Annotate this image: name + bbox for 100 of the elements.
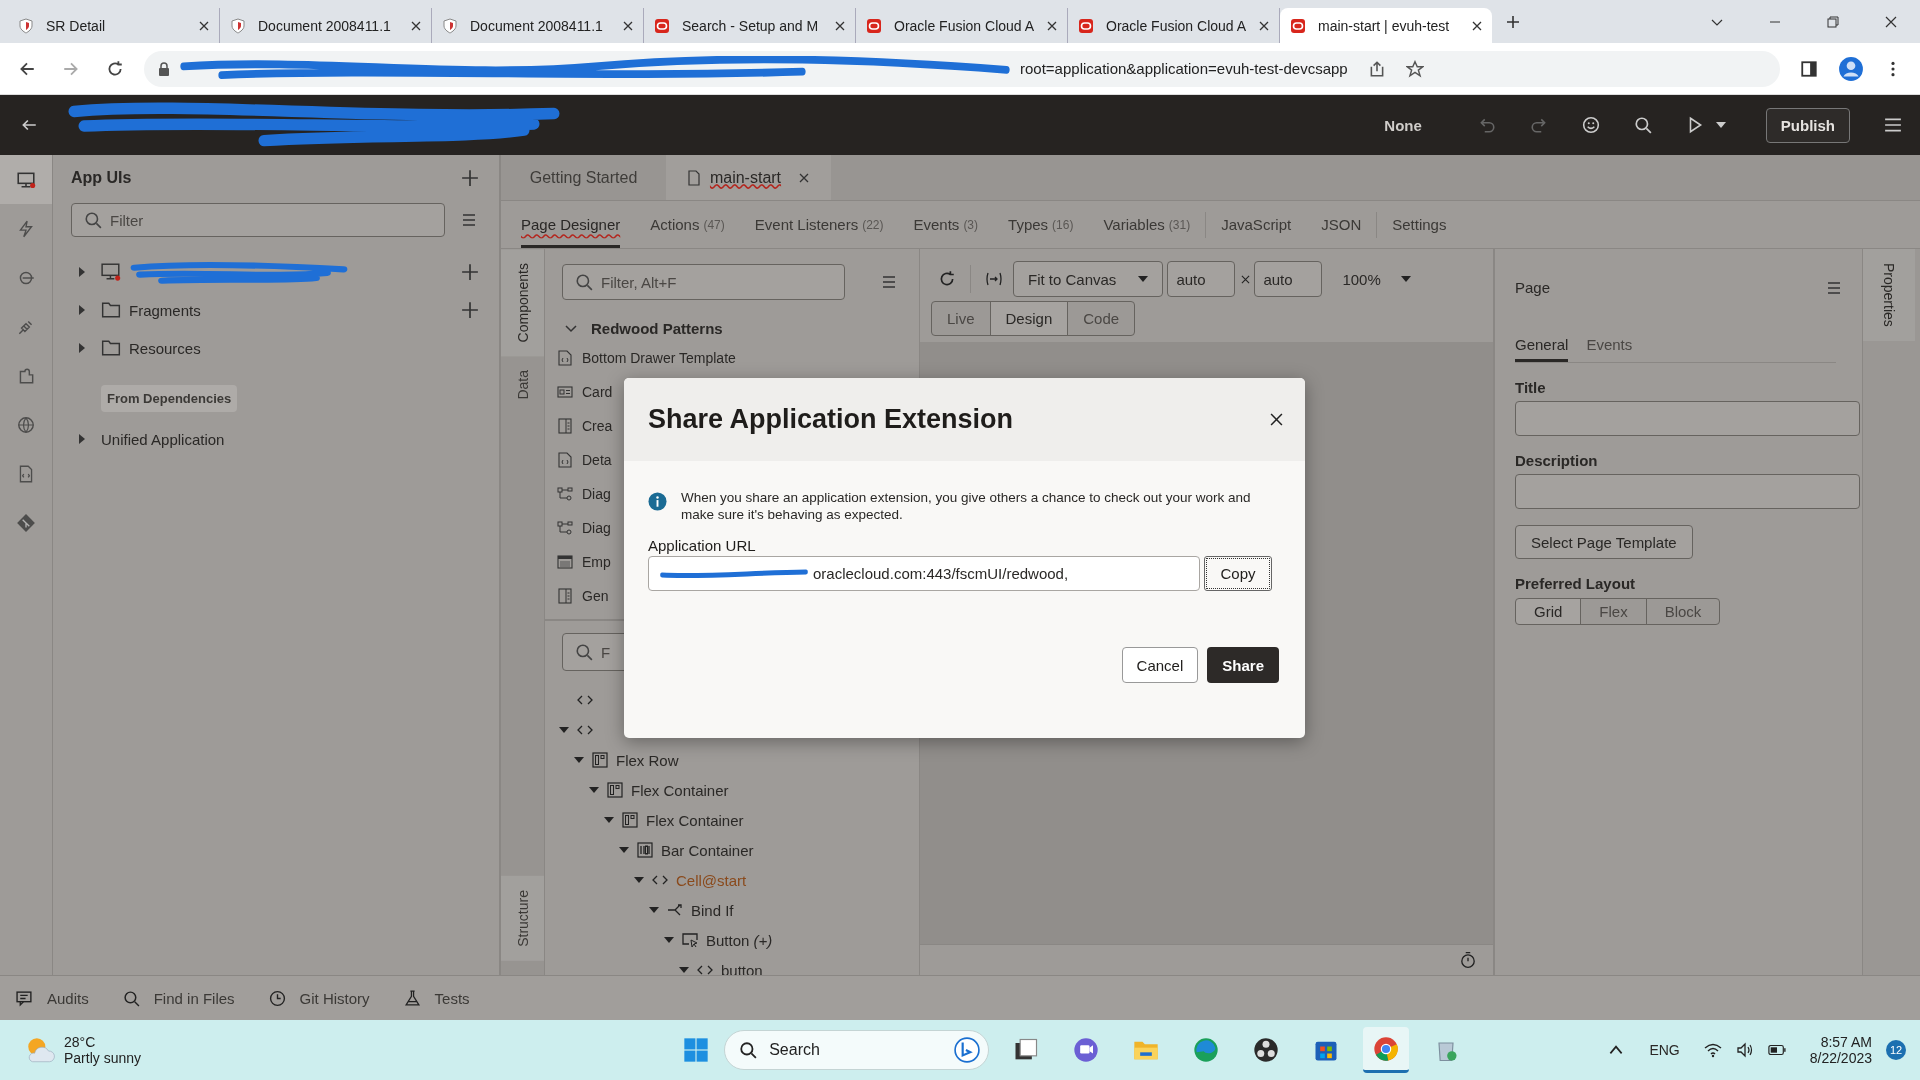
text-field[interactable] — [1515, 401, 1860, 436]
caret-icon[interactable] — [1715, 122, 1726, 128]
tree-item[interactable]: Resources — [129, 339, 201, 357]
diamond-icon[interactable] — [16, 512, 36, 533]
structure-node[interactable]: Button (+) — [706, 931, 773, 949]
close-icon[interactable] — [835, 20, 845, 31]
share-button[interactable]: Share — [1207, 647, 1279, 683]
taskbar-search[interactable]: Search — [724, 1030, 990, 1070]
structure-node[interactable]: button — [721, 961, 763, 975]
collapse-icon[interactable] — [649, 907, 659, 913]
text-field[interactable] — [1515, 474, 1860, 509]
layout-button[interactable]: Flex — [1580, 598, 1647, 625]
zoom-dropdown[interactable]: 100% — [1332, 270, 1421, 288]
mode-button[interactable]: Code — [1067, 301, 1136, 336]
bottom-tab[interactable]: Tests — [434, 989, 470, 1007]
speaker-icon[interactable] — [1735, 1041, 1754, 1059]
expand-icon[interactable] — [79, 343, 85, 353]
component-item[interactable]: Crea — [582, 418, 613, 434]
avatar-icon[interactable] — [1838, 55, 1864, 82]
search-icon[interactable] — [1633, 116, 1652, 134]
collapse-icon[interactable] — [634, 877, 644, 883]
add-icon[interactable] — [461, 169, 479, 187]
designer-tab[interactable]: Settings — [1392, 201, 1447, 248]
add-icon[interactable] — [461, 263, 479, 281]
smiley-icon[interactable] — [1581, 116, 1600, 134]
side-tab[interactable]: Structure — [501, 876, 544, 961]
structure-node[interactable]: Bind If — [691, 901, 734, 919]
designer-tab[interactable]: Types (16) — [1008, 201, 1074, 248]
bottom-tab[interactable]: Audits — [47, 989, 89, 1007]
designer-tab[interactable]: Event Listeners (22) — [754, 201, 884, 248]
structure-node[interactable]: Flex Container — [646, 811, 744, 829]
menu-icon[interactable] — [1884, 116, 1902, 134]
expand-icon[interactable] — [79, 305, 85, 315]
height-field[interactable]: auto — [1254, 261, 1323, 297]
collapse-icon[interactable] — [679, 967, 689, 973]
copy-button[interactable]: Copy — [1204, 556, 1272, 591]
close-icon[interactable] — [1047, 20, 1057, 31]
close-icon[interactable] — [199, 20, 209, 31]
add-icon[interactable] — [461, 301, 479, 319]
collapse-icon[interactable] — [559, 727, 569, 733]
collapse-icon[interactable] — [664, 937, 674, 943]
component-item[interactable]: Diag — [582, 486, 611, 502]
designer-tab[interactable]: Variables (31) — [1103, 201, 1191, 248]
fit-dropdown[interactable]: Fit to Canvas — [1013, 261, 1164, 297]
close-icon[interactable] — [1884, 14, 1898, 29]
width-field[interactable]: auto — [1167, 261, 1236, 297]
layout-button[interactable]: Grid — [1515, 598, 1582, 625]
tree-item[interactable]: Unified Application — [101, 430, 225, 448]
fit-width-icon[interactable] — [985, 270, 1003, 288]
collapse-icon[interactable] — [604, 817, 614, 823]
layout-button[interactable]: Block — [1645, 598, 1721, 625]
refresh-icon[interactable] — [938, 270, 956, 288]
structure-node[interactable]: Flex Row — [616, 751, 679, 769]
lightning-icon[interactable] — [16, 218, 36, 239]
tree-item[interactable]: Fragments — [129, 301, 201, 319]
group-title[interactable]: Redwood Patterns — [591, 320, 723, 337]
close-icon[interactable] — [1259, 20, 1269, 31]
chevron-icon[interactable] — [565, 324, 577, 333]
mode-button[interactable]: Design — [989, 301, 1069, 336]
component-item[interactable]: Emp — [582, 554, 611, 570]
bottom-tab[interactable]: Find in Files — [153, 989, 235, 1007]
clock[interactable]: 8:57 AM 8/22/2023 — [1809, 1034, 1872, 1066]
bottom-tab[interactable]: Git History — [299, 989, 370, 1007]
structure-node[interactable]: Flex Container — [631, 781, 729, 799]
side-tab[interactable]: Data — [501, 356, 544, 414]
designer-tab[interactable]: Page Designer — [521, 201, 621, 248]
designer-tab[interactable]: JavaScript — [1221, 201, 1292, 248]
close-icon[interactable] — [411, 20, 421, 31]
inspector-tab[interactable]: General — [1515, 336, 1569, 362]
wifi-icon[interactable] — [1703, 1041, 1722, 1059]
browser-tab[interactable]: main-start | evuh-test — [1280, 8, 1492, 43]
close-icon[interactable] — [1270, 413, 1283, 426]
address-bar[interactable]: root=application&application=evuh-test-devcsapp — [144, 50, 1780, 87]
structure-node[interactable]: Bar Container — [661, 841, 754, 859]
collapse-icon[interactable] — [574, 757, 584, 763]
designer-tab[interactable]: JSON — [1321, 201, 1362, 248]
filter-field[interactable]: Filter — [71, 203, 445, 237]
collapse-icon[interactable] — [589, 787, 599, 793]
reload-icon[interactable] — [106, 59, 124, 78]
expand-icon[interactable] — [79, 434, 85, 444]
editor-tab[interactable]: main-start — [666, 155, 831, 200]
inspector-tab[interactable]: Events — [1586, 336, 1633, 362]
publish-button[interactable]: Publish — [1765, 107, 1850, 143]
component-item[interactable]: Diag — [582, 520, 611, 536]
expand-icon[interactable] — [79, 267, 85, 277]
close-icon[interactable] — [623, 20, 633, 31]
component-item[interactable]: Deta — [582, 452, 612, 468]
notification-badge[interactable]: 12 — [1886, 1040, 1906, 1060]
close-icon[interactable] — [1472, 20, 1482, 31]
windows-icon[interactable] — [682, 1036, 711, 1064]
designer-tab[interactable]: Events (3) — [913, 201, 979, 248]
filter-field[interactable]: Filter, Alt+F — [562, 264, 845, 300]
language-indicator[interactable]: ENG — [1649, 1042, 1680, 1058]
star-icon[interactable] — [1405, 59, 1424, 78]
component-item[interactable]: Bottom Drawer Template — [582, 350, 736, 366]
sidebar-icon[interactable] — [1800, 59, 1818, 78]
designer-tab[interactable]: Actions (47) — [650, 201, 725, 248]
url-field[interactable]: oraclecloud.com:443/fscmUI/redwood, — [648, 556, 1200, 591]
globe-icon[interactable] — [16, 414, 36, 435]
restore-icon[interactable] — [1826, 14, 1840, 29]
